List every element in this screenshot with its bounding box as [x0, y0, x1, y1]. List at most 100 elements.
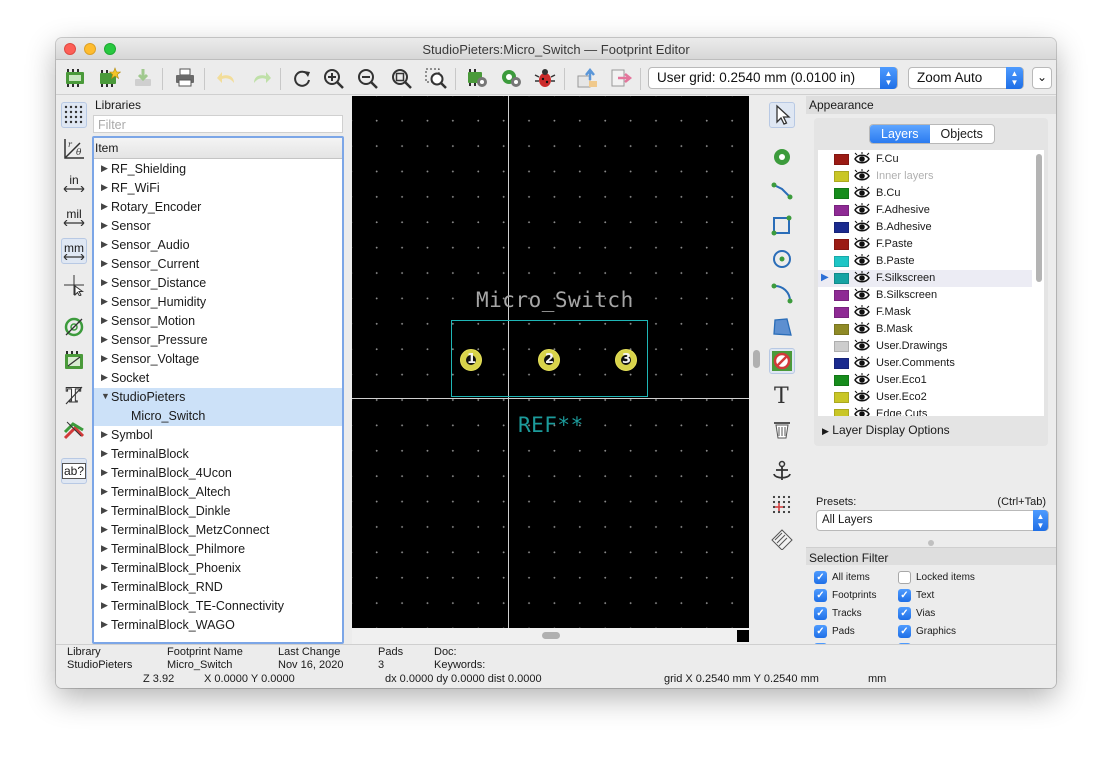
- footprint-properties-icon[interactable]: [464, 65, 490, 91]
- selection-filter-checkbox[interactable]: ✓ Graphics: [898, 625, 956, 638]
- eye-icon[interactable]: [854, 186, 870, 203]
- selection-filter-checkbox[interactable]: ✓ Tracks: [814, 607, 862, 620]
- add-pad-icon[interactable]: [769, 144, 795, 170]
- eye-icon[interactable]: [854, 169, 870, 186]
- layer-row[interactable]: User.Comments: [818, 355, 1032, 372]
- layer-row[interactable]: Inner layers: [818, 168, 1032, 185]
- selection-filter-checkbox[interactable]: ✓ Pads: [814, 625, 855, 638]
- layer-color-swatch[interactable]: [834, 188, 849, 199]
- zoom-selection-icon[interactable]: [423, 65, 449, 91]
- anchor-icon[interactable]: [769, 458, 795, 484]
- layer-color-swatch[interactable]: [834, 375, 849, 386]
- zoom-out-icon[interactable]: [355, 65, 381, 91]
- layer-row[interactable]: B.Mask: [818, 321, 1032, 338]
- high-contrast-mode-icon[interactable]: [61, 416, 87, 442]
- eye-icon[interactable]: [854, 254, 870, 271]
- layer-display-options-toggle[interactable]: ▶ Layer Display Options: [822, 423, 950, 437]
- full-crosshair-icon[interactable]: [61, 272, 87, 298]
- layer-row[interactable]: F.Adhesive: [818, 202, 1032, 219]
- layer-color-swatch[interactable]: [834, 171, 849, 182]
- library-tree-item[interactable]: ▶ RF_Shielding: [94, 160, 342, 179]
- library-tree-item[interactable]: ▶ TerminalBlock_Phoenix: [94, 559, 342, 578]
- zoom-select[interactable]: Zoom Auto ▲ ▼: [908, 67, 1024, 89]
- pad-properties-icon[interactable]: [498, 65, 524, 91]
- collapsed-triangle-icon[interactable]: ▶: [101, 163, 108, 174]
- tab-layers[interactable]: Layers: [870, 125, 930, 143]
- delete-tool-icon[interactable]: [769, 416, 795, 442]
- library-tree-item[interactable]: ▶ TerminalBlock_4Ucon: [94, 464, 342, 483]
- select-arrow-icon[interactable]: [769, 102, 795, 128]
- grid-select[interactable]: User grid: 0.2540 mm (0.0100 in) ▲ ▼: [648, 67, 898, 89]
- library-tree-item[interactable]: ▶ Sensor_Pressure: [94, 331, 342, 350]
- load-from-board-icon[interactable]: [574, 65, 600, 91]
- print-icon[interactable]: [172, 65, 198, 91]
- graphics-outline-mode-icon[interactable]: [61, 348, 87, 374]
- draw-rectangle-icon[interactable]: [769, 212, 795, 238]
- textbox-tool-button[interactable]: ab?: [61, 458, 87, 484]
- eye-icon[interactable]: [854, 305, 870, 322]
- layer-row[interactable]: B.Paste: [818, 253, 1032, 270]
- eye-icon[interactable]: [854, 237, 870, 254]
- collapsed-triangle-icon[interactable]: ▶: [101, 524, 108, 535]
- layer-row[interactable]: User.Eco1: [818, 372, 1032, 389]
- tab-objects[interactable]: Objects: [930, 125, 994, 143]
- library-tree-item[interactable]: ▶ TerminalBlock_Altech: [94, 483, 342, 502]
- library-tree-item[interactable]: ▶ RF_WiFi: [94, 179, 342, 198]
- expanded-triangle-icon[interactable]: ▼: [101, 391, 110, 401]
- refresh-icon[interactable]: [289, 65, 315, 91]
- eye-icon[interactable]: [854, 356, 870, 373]
- grid-origin-icon[interactable]: [769, 492, 795, 518]
- library-tree-item[interactable]: ▶ TerminalBlock_RND: [94, 578, 342, 597]
- checkbox-unchecked-icon[interactable]: [898, 571, 911, 584]
- polar-coords-icon[interactable]: θr: [61, 136, 87, 162]
- library-tree-item[interactable]: ▶ TerminalBlock_MetzConnect: [94, 521, 342, 540]
- eye-icon[interactable]: [854, 373, 870, 390]
- undo-icon[interactable]: [214, 65, 240, 91]
- library-tree-item[interactable]: ▶ Sensor_Humidity: [94, 293, 342, 312]
- collapsed-triangle-icon[interactable]: ▶: [101, 182, 108, 193]
- zoom-in-icon[interactable]: [321, 65, 347, 91]
- library-tree-item[interactable]: ▶ TerminalBlock: [94, 445, 342, 464]
- zoom-fit-icon[interactable]: [389, 65, 415, 91]
- inspect-bug-icon[interactable]: [532, 65, 558, 91]
- redo-icon[interactable]: [248, 65, 274, 91]
- checkbox-checked-icon[interactable]: ✓: [814, 571, 827, 584]
- collapsed-triangle-icon[interactable]: ▶: [101, 353, 108, 364]
- layer-row[interactable]: B.Adhesive: [818, 219, 1032, 236]
- library-tree-item[interactable]: ▶ Socket: [94, 369, 342, 388]
- eye-icon[interactable]: [854, 339, 870, 356]
- canvas-horizontal-scrollbar[interactable]: [352, 628, 749, 644]
- layer-color-swatch[interactable]: [834, 358, 849, 369]
- collapsed-triangle-icon[interactable]: ▶: [101, 220, 108, 231]
- layer-color-swatch[interactable]: [834, 392, 849, 403]
- library-tree-item[interactable]: ▶ Sensor_Motion: [94, 312, 342, 331]
- selection-filter-checkbox[interactable]: ✓ Footprints: [814, 589, 876, 602]
- layer-color-swatch[interactable]: [834, 273, 849, 284]
- checkbox-checked-icon[interactable]: ✓: [814, 625, 827, 638]
- footprint-canvas[interactable]: Micro_Switch 1 2 3 REF**: [352, 96, 749, 628]
- footprint-reference-text[interactable]: REF**: [518, 413, 584, 437]
- layer-row[interactable]: ▶ F.Silkscreen: [818, 270, 1032, 287]
- layer-color-swatch[interactable]: [834, 205, 849, 216]
- units-inch-button[interactable]: in: [61, 170, 87, 196]
- layer-list[interactable]: F.Cu Inner layers B.Cu F.Adhesive B.Adhesive…: [818, 150, 1044, 416]
- library-tree-item[interactable]: ▶ Sensor_Audio: [94, 236, 342, 255]
- collapsed-triangle-icon[interactable]: ▶: [101, 429, 108, 440]
- collapsed-triangle-icon[interactable]: ▶: [101, 277, 108, 288]
- layer-color-swatch[interactable]: [834, 341, 849, 352]
- collapsed-triangle-icon[interactable]: ▶: [101, 581, 108, 592]
- layer-color-swatch[interactable]: [834, 307, 849, 318]
- library-tree-item[interactable]: ▶ Symbol: [94, 426, 342, 445]
- eye-icon[interactable]: [854, 203, 870, 220]
- collapsed-triangle-icon[interactable]: ▶: [101, 505, 108, 516]
- units-mm-button[interactable]: mm: [61, 238, 87, 264]
- insert-into-board-icon[interactable]: [608, 65, 634, 91]
- layer-color-swatch[interactable]: [834, 256, 849, 267]
- new-footprint-icon[interactable]: [62, 65, 88, 91]
- layer-row[interactable]: Edge.Cuts: [818, 406, 1032, 416]
- draw-arc-icon[interactable]: [769, 280, 795, 306]
- units-mil-button[interactable]: mil: [61, 204, 87, 230]
- selection-filter-checkbox[interactable]: ✓ All items: [814, 571, 870, 584]
- selection-filter-checkbox[interactable]: ✓ Vias: [898, 607, 935, 620]
- layer-row[interactable]: F.Mask: [818, 304, 1032, 321]
